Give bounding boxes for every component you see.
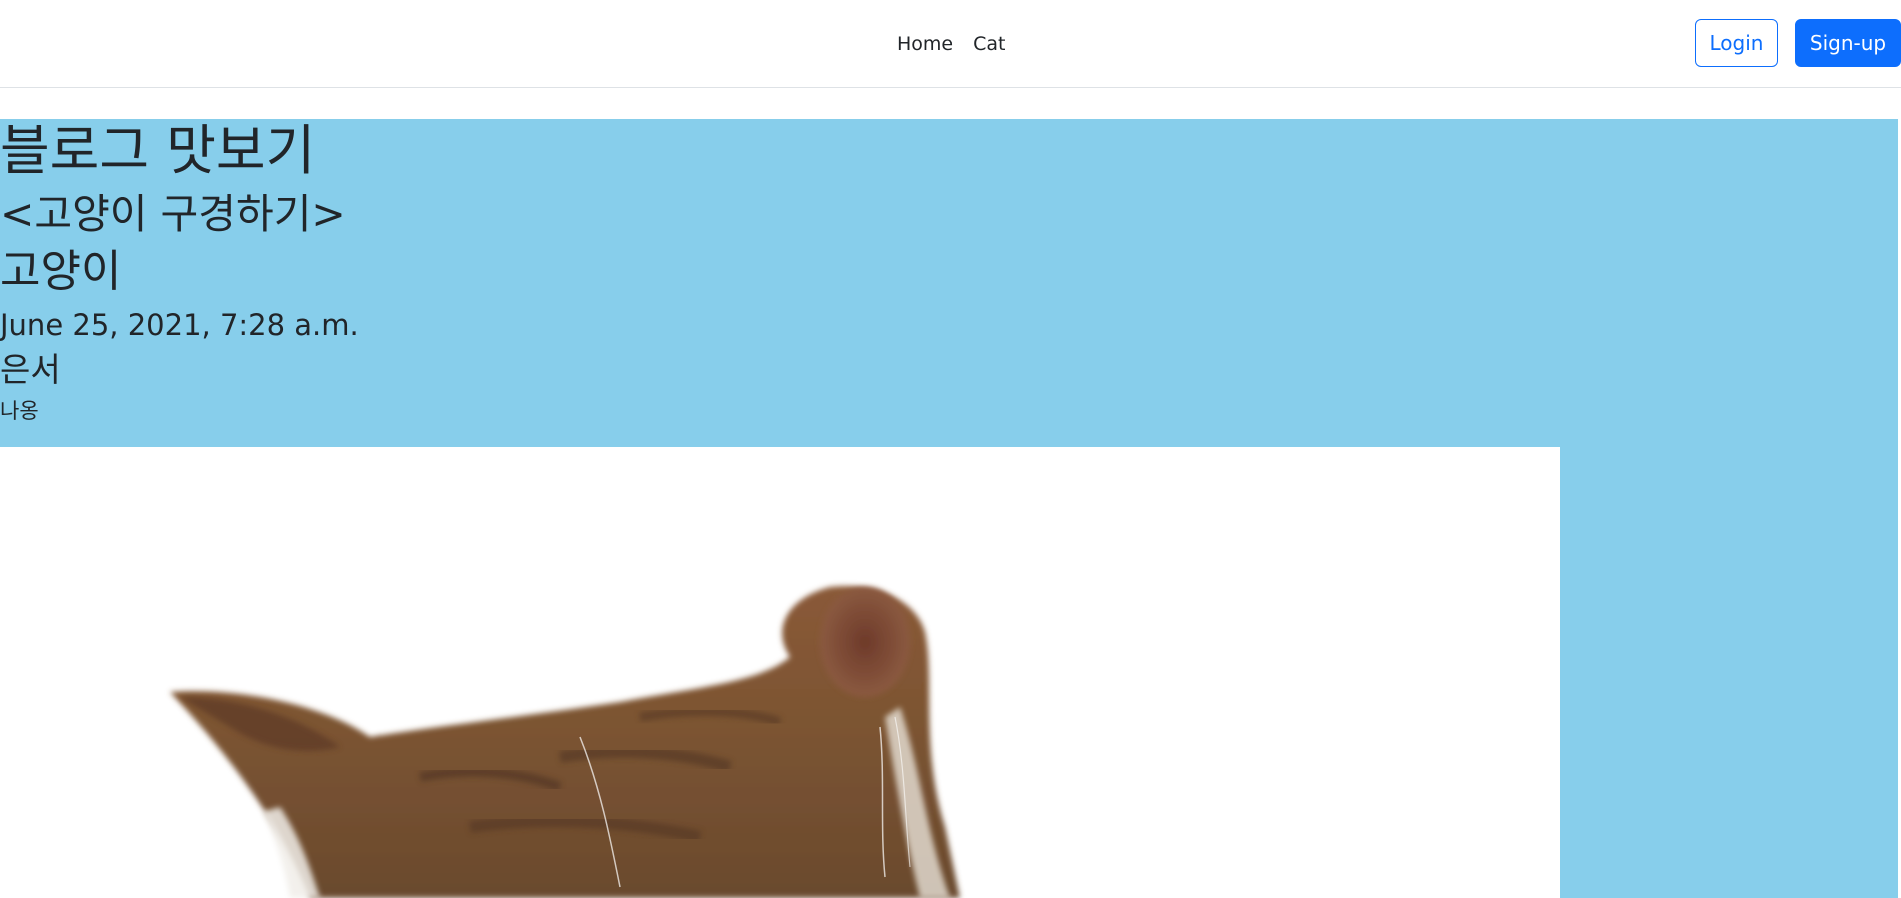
signup-button[interactable]: Sign-up xyxy=(1795,19,1901,67)
nav-link-cat[interactable]: Cat xyxy=(963,32,1015,56)
nav-links: Home Cat xyxy=(897,32,1015,56)
post-author: 은서 xyxy=(0,350,61,389)
top-navbar: Home Cat Login Sign-up xyxy=(0,0,1901,88)
post-subtitle: <고양이 구경하기> xyxy=(0,190,346,238)
post-title: 블로그 맛보기 xyxy=(0,119,316,182)
post-content: 블로그 맛보기 <고양이 구경하기> 고양이 June 25, 2021, 7:… xyxy=(0,119,1898,898)
cat-photo xyxy=(0,447,1560,898)
post-date: June 25, 2021, 7:28 a.m. xyxy=(0,308,359,342)
nav-link-home[interactable]: Home xyxy=(897,32,963,56)
post-category: 고양이 xyxy=(0,246,122,297)
post-body: 나옹 xyxy=(0,399,39,423)
login-button[interactable]: Login xyxy=(1695,19,1778,67)
cat-photo-illustration xyxy=(170,586,960,898)
